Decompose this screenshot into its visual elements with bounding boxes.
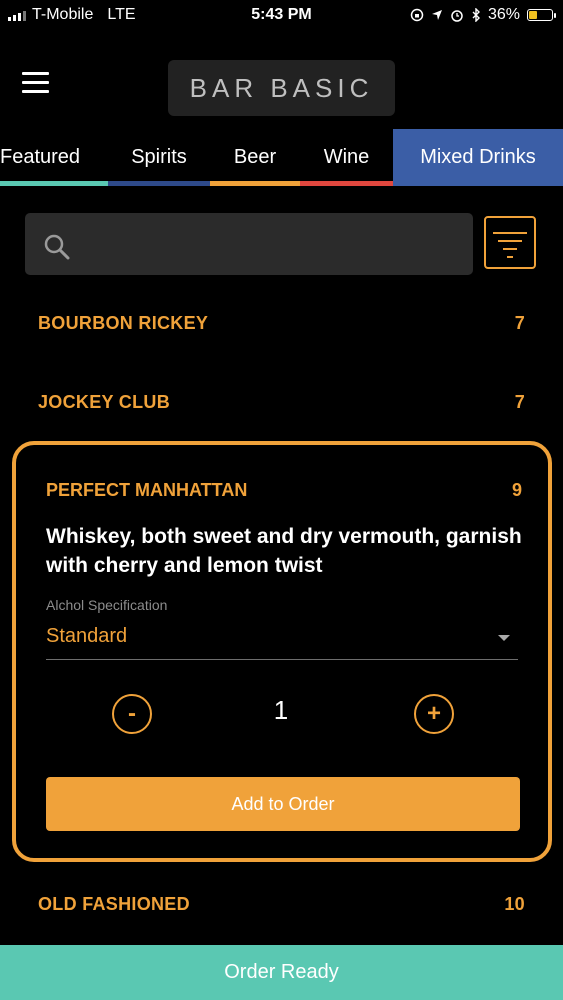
status-right: 36% <box>410 6 556 24</box>
plus-icon: + <box>426 700 441 727</box>
drink-name: PERFECT MANHATTAN <box>46 480 248 500</box>
alarm-icon <box>451 10 463 22</box>
drink-title-row: PERFECT MANHATTAN 9 <box>46 480 522 501</box>
drink-name: BOURBON RICKEY <box>38 313 209 333</box>
tab-underline <box>0 181 108 186</box>
drink-name: JOCKEY CLUB <box>38 392 170 412</box>
drink-detail-card: PERFECT MANHATTAN 9 Whiskey, both sweet … <box>12 441 552 862</box>
drink-row[interactable]: BOURBON RICKEY 7 <box>38 313 525 334</box>
battery-icon <box>527 9 556 21</box>
quantity-value: 1 <box>273 695 289 725</box>
search-box <box>25 213 473 275</box>
search-input[interactable] <box>87 223 471 267</box>
order-ready-button[interactable]: Order Ready <box>0 945 563 1000</box>
tab-underline <box>300 181 393 186</box>
tab-underline <box>108 181 210 186</box>
chevron-down-icon <box>498 635 510 641</box>
tab-spirits[interactable]: Spirits <box>108 129 210 186</box>
drink-price: 9 <box>511 480 522 500</box>
spec-label: Alchol Specification <box>46 597 168 613</box>
bluetooth-icon <box>472 8 480 22</box>
filter-icon <box>493 232 527 234</box>
category-tabs: Featured Spirits Beer Wine Mixed Drinks <box>0 129 563 186</box>
tab-featured[interactable]: Featured <box>0 129 108 186</box>
tab-label: Mixed Drinks <box>420 146 536 168</box>
filter-button[interactable] <box>484 216 536 269</box>
search-icon <box>44 234 70 260</box>
increase-button[interactable]: + <box>414 694 454 734</box>
drink-row[interactable]: OLD FASHIONED 10 <box>38 894 525 915</box>
drink-price: 7 <box>514 313 525 333</box>
tab-mixed-drinks[interactable]: Mixed Drinks <box>393 129 563 186</box>
tab-wine[interactable]: Wine <box>300 129 393 186</box>
add-to-order-button[interactable]: Add to Order <box>46 777 520 831</box>
tab-label: Beer <box>233 146 277 168</box>
drink-price: 7 <box>514 392 525 412</box>
tab-label: Spirits <box>131 146 187 168</box>
drink-description: Whiskey, both sweet and dry vermouth, ga… <box>46 525 522 577</box>
spec-value: Standard <box>46 625 128 647</box>
tab-label: Wine <box>323 146 370 168</box>
location-icon <box>431 10 442 20</box>
drink-price: 10 <box>504 894 525 914</box>
menu-icon[interactable] <box>22 72 49 94</box>
rotation-lock-icon <box>410 8 424 22</box>
drink-name: OLD FASHIONED <box>38 894 190 914</box>
minus-icon: - <box>128 700 136 727</box>
app-logo: BAR BASIC <box>168 60 395 116</box>
battery-fill <box>529 11 537 19</box>
decrease-button[interactable]: - <box>112 694 152 734</box>
drink-row[interactable]: JOCKEY CLUB 7 <box>38 392 525 413</box>
battery-percent: 36% <box>487 6 520 23</box>
tab-underline <box>210 181 300 186</box>
status-bar: T-Mobile LTE 5:43 PM 36% <box>0 0 563 30</box>
spec-dropdown[interactable]: Standard <box>46 623 518 660</box>
tab-label: Featured <box>0 146 81 168</box>
tab-beer[interactable]: Beer <box>210 129 300 186</box>
